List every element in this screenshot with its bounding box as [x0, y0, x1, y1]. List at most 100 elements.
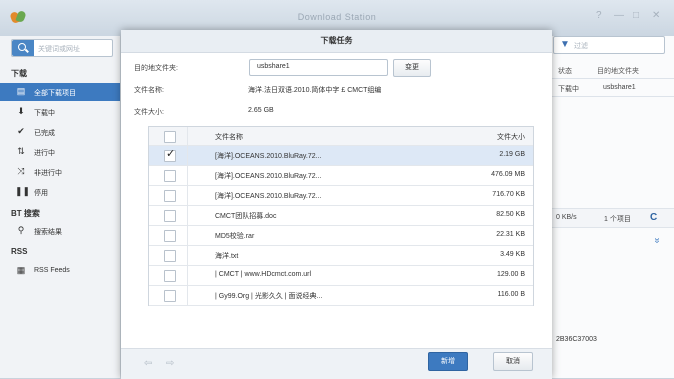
destination-field[interactable]: usbshare1 — [249, 59, 388, 76]
expand-chevron-icon[interactable]: » — [651, 238, 662, 244]
destination-label: 目的地文件夹: — [134, 65, 178, 72]
sidebar-item-label: 全部下载项目 — [34, 90, 76, 97]
destination-value: usbshare1 — [257, 63, 290, 70]
search-input[interactable]: 关键词或网址 — [11, 39, 113, 57]
table-row[interactable]: ✓ [海洋].OCEANS.2010.BluRay.72... 2.19 GB — [149, 146, 533, 166]
file-size: 22.31 KB — [496, 231, 525, 238]
sidebar-item-completed[interactable]: ✔ 已完成 — [0, 123, 120, 141]
divider — [552, 78, 674, 79]
sidebar-item-label: 搜索结果 — [34, 229, 62, 236]
section-rss-heading: RSS — [11, 247, 28, 256]
column-header-destination[interactable]: 目的地文件夹 — [597, 66, 639, 76]
file-name: MD5校验.rar — [215, 233, 255, 240]
up-down-arrows-icon: ⇅ — [17, 146, 25, 156]
maximize-icon[interactable]: □ — [633, 10, 639, 21]
table-row[interactable]: MD5校验.rar 22.31 KB — [149, 226, 533, 246]
crossed-arrows-icon: ⤨ — [17, 166, 25, 176]
row-destination: usbshare1 — [603, 84, 636, 91]
file-checkbox[interactable] — [164, 250, 176, 262]
cancel-button[interactable]: 取消 — [493, 352, 533, 371]
file-name: CMCT团队招募.doc — [215, 213, 277, 220]
sidebar-item-rss-feeds[interactable]: ▦ RSS Feeds — [0, 262, 120, 280]
filesize-label: 文件大小: — [134, 109, 164, 116]
back-arrow-icon[interactable]: ⇦ — [144, 358, 152, 369]
search-placeholder: 关键词或网址 — [38, 46, 80, 53]
window-title: Download Station — [297, 12, 377, 22]
download-task-dialog: 下载任务 目的地文件夹: usbshare1 变更 文件名称: 海洋.法日双语.… — [121, 30, 552, 379]
sidebar-item-label: 已完成 — [34, 130, 55, 137]
filename-value: 海洋.法日双语.2010.简体中字 £ CMCT组编 — [248, 87, 382, 94]
row-status: 下载中 — [558, 86, 579, 93]
sidebar-item-label: 停用 — [34, 190, 48, 197]
file-size: 476.09 MB — [491, 171, 525, 178]
file-size: 2.19 GB — [499, 151, 525, 158]
check-icon: ✔ — [17, 126, 25, 136]
table-row[interactable]: [海洋].OCEANS.2010.BluRay.72... 476.09 MB — [149, 166, 533, 186]
sidebar-item-label: 非进行中 — [34, 170, 62, 177]
sidebar-item-downloading[interactable]: ⬇ 下载中 — [0, 103, 120, 121]
pause-icon: ❚❚ — [15, 186, 31, 196]
refresh-icon[interactable]: C — [650, 212, 657, 223]
file-name: 海洋.txt — [215, 253, 239, 260]
check-icon: ✓ — [166, 148, 176, 160]
add-button[interactable]: 新增 — [428, 352, 468, 371]
table-row[interactable]: [海洋].OCEANS.2010.BluRay.72... 716.70 KB — [149, 186, 533, 206]
minimize-icon[interactable]: — — [614, 10, 624, 21]
task-id-fragment: 2B36C37003 — [556, 336, 597, 343]
file-checkbox[interactable] — [164, 210, 176, 222]
sidebar-item-active[interactable]: ⇅ 进行中 — [0, 143, 120, 161]
file-size: 82.50 KB — [496, 211, 525, 218]
filter-funnel-icon: ▼ — [560, 39, 570, 50]
item-count: 1 个项目 — [604, 216, 631, 223]
file-checkbox[interactable] — [164, 290, 176, 302]
file-size: 3.49 KB — [500, 251, 525, 258]
status-bar: 0 KB/s 1 个项目 C — [552, 208, 674, 228]
file-list-table: 文件名称 文件大小 ✓ [海洋].OCEANS.2010.BluRay.72..… — [148, 126, 534, 306]
divider — [552, 96, 674, 97]
dialog-title: 下载任务 — [121, 30, 552, 53]
sidebar-item-search-results[interactable]: ⚲ 搜索结果 — [0, 222, 120, 240]
rss-icon: ▦ — [16, 265, 26, 275]
table-header: 文件名称 文件大小 — [149, 127, 533, 146]
file-checkbox[interactable] — [164, 190, 176, 202]
file-size: 129.00 B — [496, 271, 525, 278]
file-size: 116.00 B — [497, 291, 525, 298]
select-all-checkbox[interactable] — [164, 131, 176, 143]
sidebar-item-stopped[interactable]: ❚❚ 停用 — [0, 183, 120, 201]
sidebar-item-inactive[interactable]: ⤨ 非进行中 — [0, 163, 120, 181]
filesize-value: 2.65 GB — [248, 107, 274, 114]
sidebar-item-label: RSS Feeds — [34, 267, 70, 274]
speed-readout: 0 KB/s — [556, 214, 577, 221]
sidebar-item-label: 下载中 — [34, 110, 55, 117]
search-icon[interactable] — [12, 40, 34, 56]
arrow-down-icon: ⬇ — [17, 106, 25, 116]
sidebar-item-all-downloads[interactable]: ▤ 全部下载项目 — [0, 83, 120, 101]
file-name: [海洋].OCEANS.2010.BluRay.72... — [215, 173, 322, 180]
section-download-heading: 下载 — [11, 69, 27, 78]
column-header-status[interactable]: 状态 — [558, 66, 572, 76]
table-row[interactable]: CMCT团队招募.doc 82.50 KB — [149, 206, 533, 226]
column-header-filename[interactable]: 文件名称 — [215, 132, 243, 142]
file-name: | Gy99.Org | 光影久久 | 面说经典... — [215, 293, 323, 300]
sidebar: 关键词或网址 下载 ▤ 全部下载项目 ⬇ 下载中 ✔ 已完成 ⇅ 进行中 ⤨ 非… — [0, 36, 121, 378]
table-row[interactable]: | CMCT | www.HDcmct.com.url 129.00 B — [149, 266, 533, 286]
file-checkbox[interactable] — [164, 270, 176, 282]
file-checkbox[interactable]: ✓ — [164, 148, 176, 162]
filter-placeholder: 过滤 — [574, 43, 588, 50]
section-bt-heading: BT 搜索 — [11, 209, 40, 218]
change-destination-button[interactable]: 变更 — [393, 59, 431, 77]
filter-input[interactable]: ▼ 过滤 — [553, 36, 665, 54]
filename-label: 文件名称: — [134, 87, 164, 94]
file-size: 716.70 KB — [492, 191, 525, 198]
column-header-filesize[interactable]: 文件大小 — [497, 132, 525, 142]
forward-arrow-icon[interactable]: ⇨ — [166, 358, 174, 369]
table-row[interactable]: 海洋.txt 3.49 KB — [149, 246, 533, 266]
file-name: | CMCT | www.HDcmct.com.url — [215, 271, 312, 278]
close-icon[interactable]: ✕ — [652, 10, 660, 21]
table-row[interactable]: | Gy99.Org | 光影久久 | 面说经典... 116.00 B — [149, 286, 533, 306]
download-list-icon: ▤ — [16, 86, 26, 96]
help-icon[interactable]: ? — [596, 10, 602, 21]
file-checkbox[interactable] — [164, 230, 176, 242]
file-checkbox[interactable] — [164, 170, 176, 182]
search-icon: ⚲ — [17, 225, 25, 235]
